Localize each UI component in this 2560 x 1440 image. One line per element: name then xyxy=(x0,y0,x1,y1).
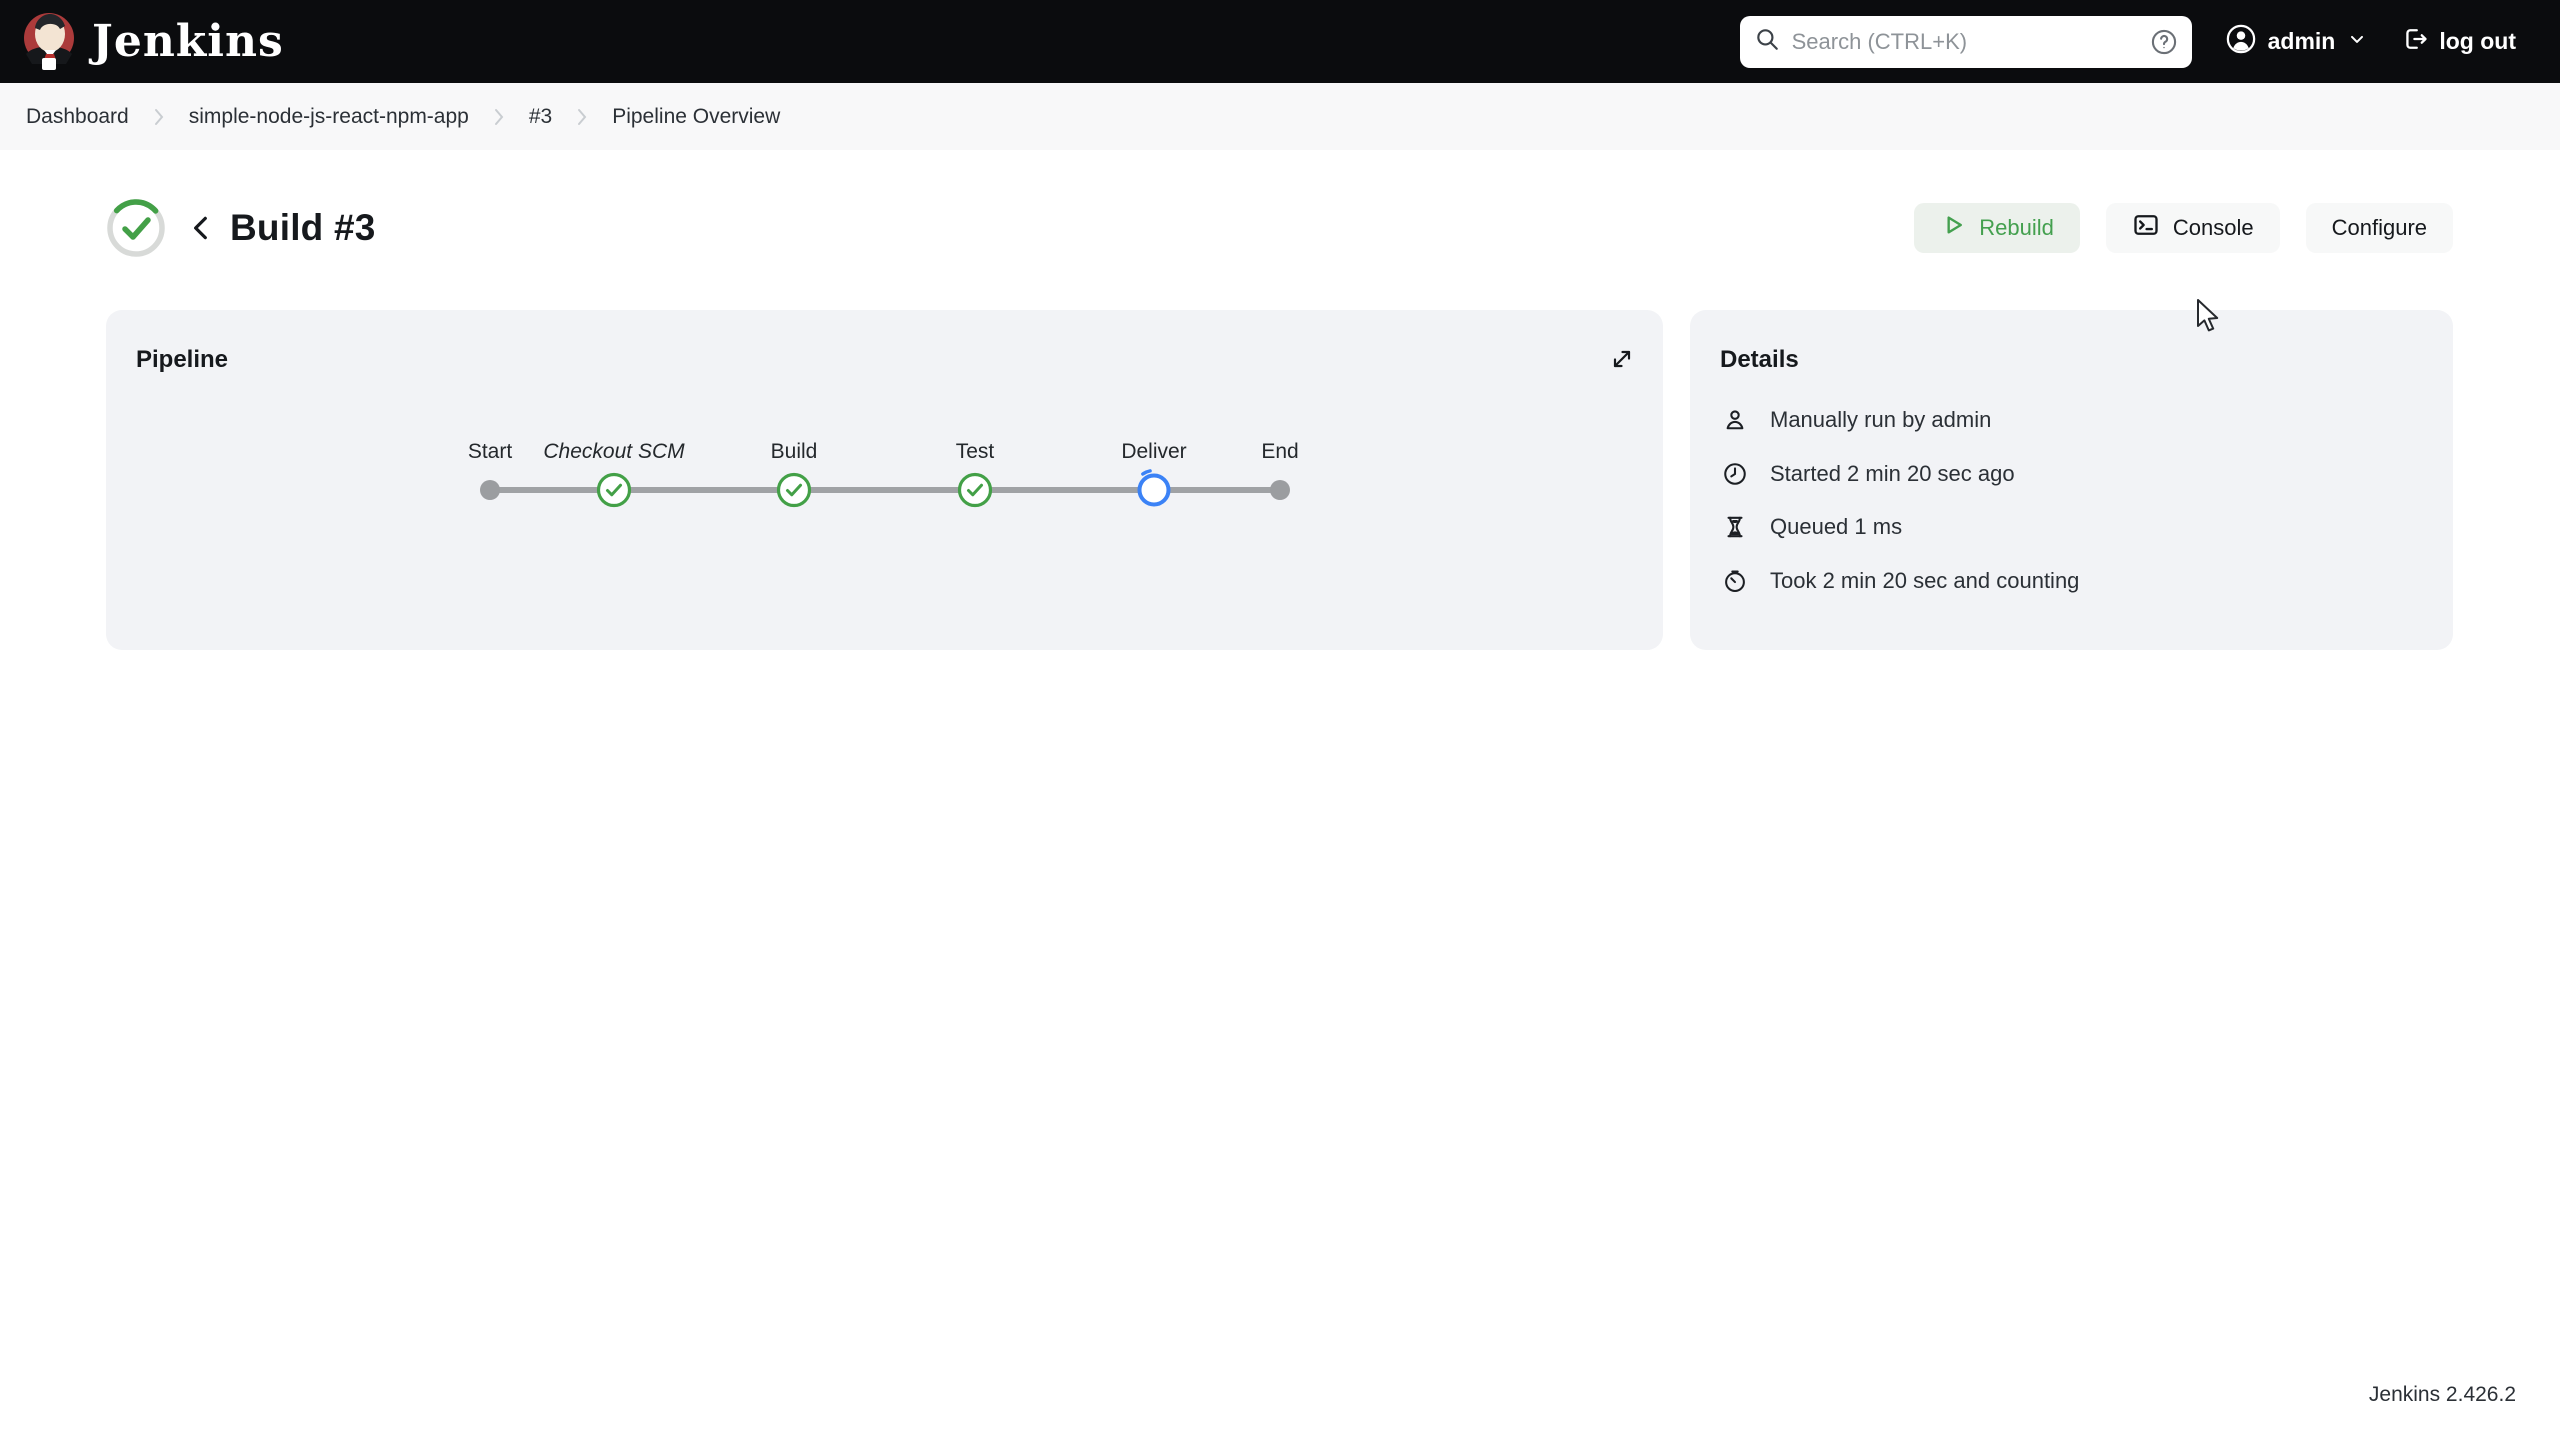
stage-label-end: End xyxy=(1261,440,1299,463)
configure-button[interactable]: Configure xyxy=(2305,203,2453,253)
stage-label-start: Start xyxy=(467,440,513,463)
brand-title: Jenkins xyxy=(92,16,284,67)
user-avatar-icon xyxy=(2226,24,2256,59)
search-box xyxy=(1739,15,2192,68)
breadcrumb-separator-icon xyxy=(153,108,165,126)
logout-button[interactable]: log out xyxy=(2401,25,2516,58)
clock-icon xyxy=(1722,461,1748,487)
stage-label-build: Build xyxy=(770,440,818,463)
stage-node-test-success-icon[interactable] xyxy=(957,472,993,508)
top-bar-right: admin log out xyxy=(1739,15,2516,68)
terminal-icon xyxy=(2132,211,2160,245)
chevron-down-icon xyxy=(2347,29,2367,54)
user-menu[interactable]: admin xyxy=(2226,24,2368,59)
user-icon xyxy=(1722,407,1748,433)
logout-icon xyxy=(2401,25,2429,58)
stage-node-checkout-scm-success-icon[interactable] xyxy=(596,472,632,508)
stage-node-start[interactable] xyxy=(480,480,500,500)
details-card-title: Details xyxy=(1720,346,1799,373)
stage-label-test: Test xyxy=(955,440,995,463)
stopwatch-icon xyxy=(1722,568,1748,594)
back-button[interactable] xyxy=(188,213,214,243)
logout-label: log out xyxy=(2439,28,2516,54)
stage-node-end[interactable] xyxy=(1270,480,1290,500)
play-icon xyxy=(1940,212,1966,244)
user-name: admin xyxy=(2267,28,2336,54)
detail-row-cause: Manually run by admin xyxy=(1722,407,1991,433)
rebuild-button[interactable]: Rebuild xyxy=(1914,203,2080,253)
jenkins-build-page: Jenkins Search (CTRL+K) admin log out Da… xyxy=(0,0,2560,1440)
configure-label: Configure xyxy=(2331,215,2427,240)
breadcrumb-pipeline-overview[interactable]: Pipeline Overview xyxy=(612,105,780,129)
stage-node-build-success-icon[interactable] xyxy=(776,472,812,508)
page-head: Build #3 Rebuild Console Configure xyxy=(106,198,2453,258)
stage-node-deliver-running-icon[interactable] xyxy=(1132,468,1176,512)
pipeline-graph: Start Checkout SCM Build Test Deliver En… xyxy=(106,310,1663,650)
help-icon[interactable] xyxy=(2150,28,2178,56)
page-title: Build #3 xyxy=(230,207,376,248)
breadcrumb-separator-icon xyxy=(576,108,588,126)
search-icon xyxy=(1754,26,1780,57)
jenkins-home-link[interactable]: Jenkins xyxy=(20,8,284,75)
search-input[interactable] xyxy=(1791,28,2150,55)
top-bar: Jenkins Search (CTRL+K) admin log out xyxy=(0,0,2560,83)
detail-row-started: Started 2 min 20 sec ago xyxy=(1722,461,2015,487)
jenkins-logo-icon xyxy=(20,8,78,75)
detail-text: Started 2 min 20 sec ago xyxy=(1770,461,2015,486)
console-label: Console xyxy=(2172,215,2254,240)
breadcrumb-build-number[interactable]: #3 xyxy=(529,105,552,129)
breadcrumb-separator-icon xyxy=(493,108,505,126)
pipeline-card: Pipeline Start Checkout SCM Build Test D… xyxy=(106,310,1663,650)
detail-row-queued: Queued 1 ms xyxy=(1722,514,1902,540)
build-status-in-progress-icon xyxy=(106,198,166,258)
jenkins-version: Jenkins 2.426.2 xyxy=(2368,1383,2516,1406)
detail-text: Took 2 min 20 sec and counting xyxy=(1770,568,2080,593)
breadcrumb: Dashboard simple-node-js-react-npm-app #… xyxy=(0,83,2560,150)
details-card: Details Manually run by admin Started 2 … xyxy=(1690,310,2453,650)
breadcrumb-dashboard[interactable]: Dashboard xyxy=(26,105,129,129)
console-button[interactable]: Console xyxy=(2105,203,2280,253)
detail-row-took: Took 2 min 20 sec and counting xyxy=(1722,568,2079,594)
stage-label-checkout-scm: Checkout SCM xyxy=(543,440,685,463)
breadcrumb-job[interactable]: simple-node-js-react-npm-app xyxy=(189,105,469,129)
detail-text: Manually run by admin xyxy=(1770,407,1992,432)
stage-label-deliver: Deliver xyxy=(1121,440,1187,463)
hourglass-icon xyxy=(1722,514,1748,540)
rebuild-label: Rebuild xyxy=(1979,215,2054,240)
head-actions: Rebuild Console Configure xyxy=(1914,203,2453,253)
detail-text: Queued 1 ms xyxy=(1770,514,1903,539)
